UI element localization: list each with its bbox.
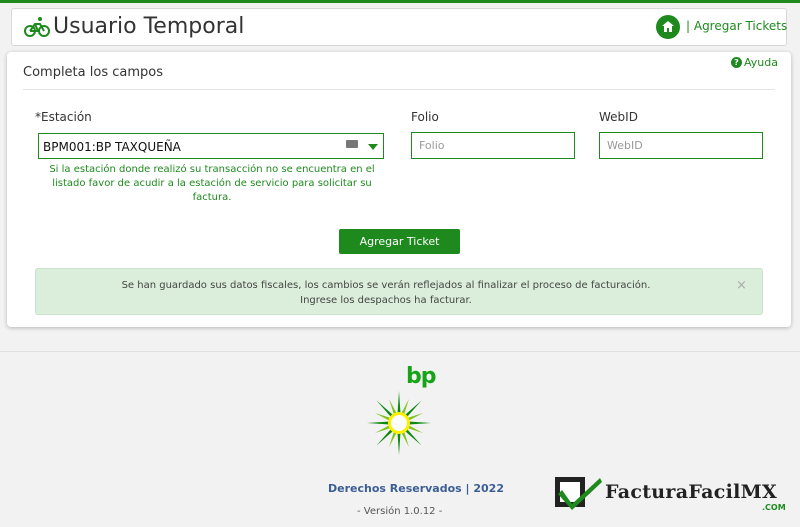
bp-logo-ray [374,413,391,421]
bp-logo-ray [389,431,397,448]
bp-logo-ray [401,398,409,415]
rights-text: Derechos Reservados | 2022 [328,482,504,495]
bp-logo-ray [397,432,401,455]
agregar-tickets-link[interactable]: | Agregar Tickets [686,19,787,33]
agregar-ticket-button[interactable]: Agregar Ticket [339,229,460,254]
help-link[interactable]: ? Ayuda [731,56,778,69]
form-card: Completa los campos ? Ayuda *Estación Fol… [7,52,791,327]
success-alert: Se han guardado sus datos fiscales, los … [35,268,763,315]
facturafacil-logo-text: FacturaFacilMX [605,481,777,503]
estacion-select[interactable]: BPM001:BP TAXQUEÑA [38,133,384,159]
bp-logo-ray [374,425,391,433]
version-text: - Versión 1.0.12 - [357,506,443,517]
bp-logo-ray [407,413,424,421]
help-label: Ayuda [744,56,778,69]
folio-input[interactable] [411,132,575,159]
alert-line-2: Ingrese los despachos ha facturar. [300,295,472,306]
bp-logo-ray [401,431,409,448]
bp-logo-ray [367,421,390,425]
estacion-selected-value: BPM001:BP TAXQUEÑA [43,140,181,154]
help-icon: ? [731,57,742,68]
home-button[interactable] [656,15,680,39]
estacion-hint: Si la estación donde realizó su transacc… [49,164,375,203]
estacion-label: *Estación [35,110,92,124]
home-icon [662,21,674,32]
bp-logo-ray [389,398,397,415]
webid-label: WebID [599,110,638,124]
keyboard-icon [346,140,358,148]
alert-message: Se han guardado sus datos fiscales, los … [36,278,736,308]
folio-label: Folio [411,110,439,124]
form-subtitle: Completa los campos [23,65,163,80]
bicycle-icon [24,17,50,37]
chevron-down-icon[interactable] [368,144,378,150]
alert-line-1: Se han guardado sus datos fiscales, los … [121,280,651,291]
bp-helios-logo [367,391,431,455]
divider [23,89,775,90]
facturafacil-logo-icon [555,477,602,510]
facturafacil-domain: .COM [762,503,786,512]
bp-wordmark: bp [406,364,436,389]
top-accent-line [0,0,800,3]
webid-input[interactable] [599,132,763,159]
footer-separator [0,351,800,352]
bp-logo-ray [408,421,431,425]
alert-close-button[interactable]: × [736,278,747,293]
bp-logo-ray [407,425,424,433]
header-bar: Usuario Temporal | Agregar Tickets [11,8,787,46]
bp-logo-ray [397,391,401,414]
page-title: Usuario Temporal [53,14,245,39]
